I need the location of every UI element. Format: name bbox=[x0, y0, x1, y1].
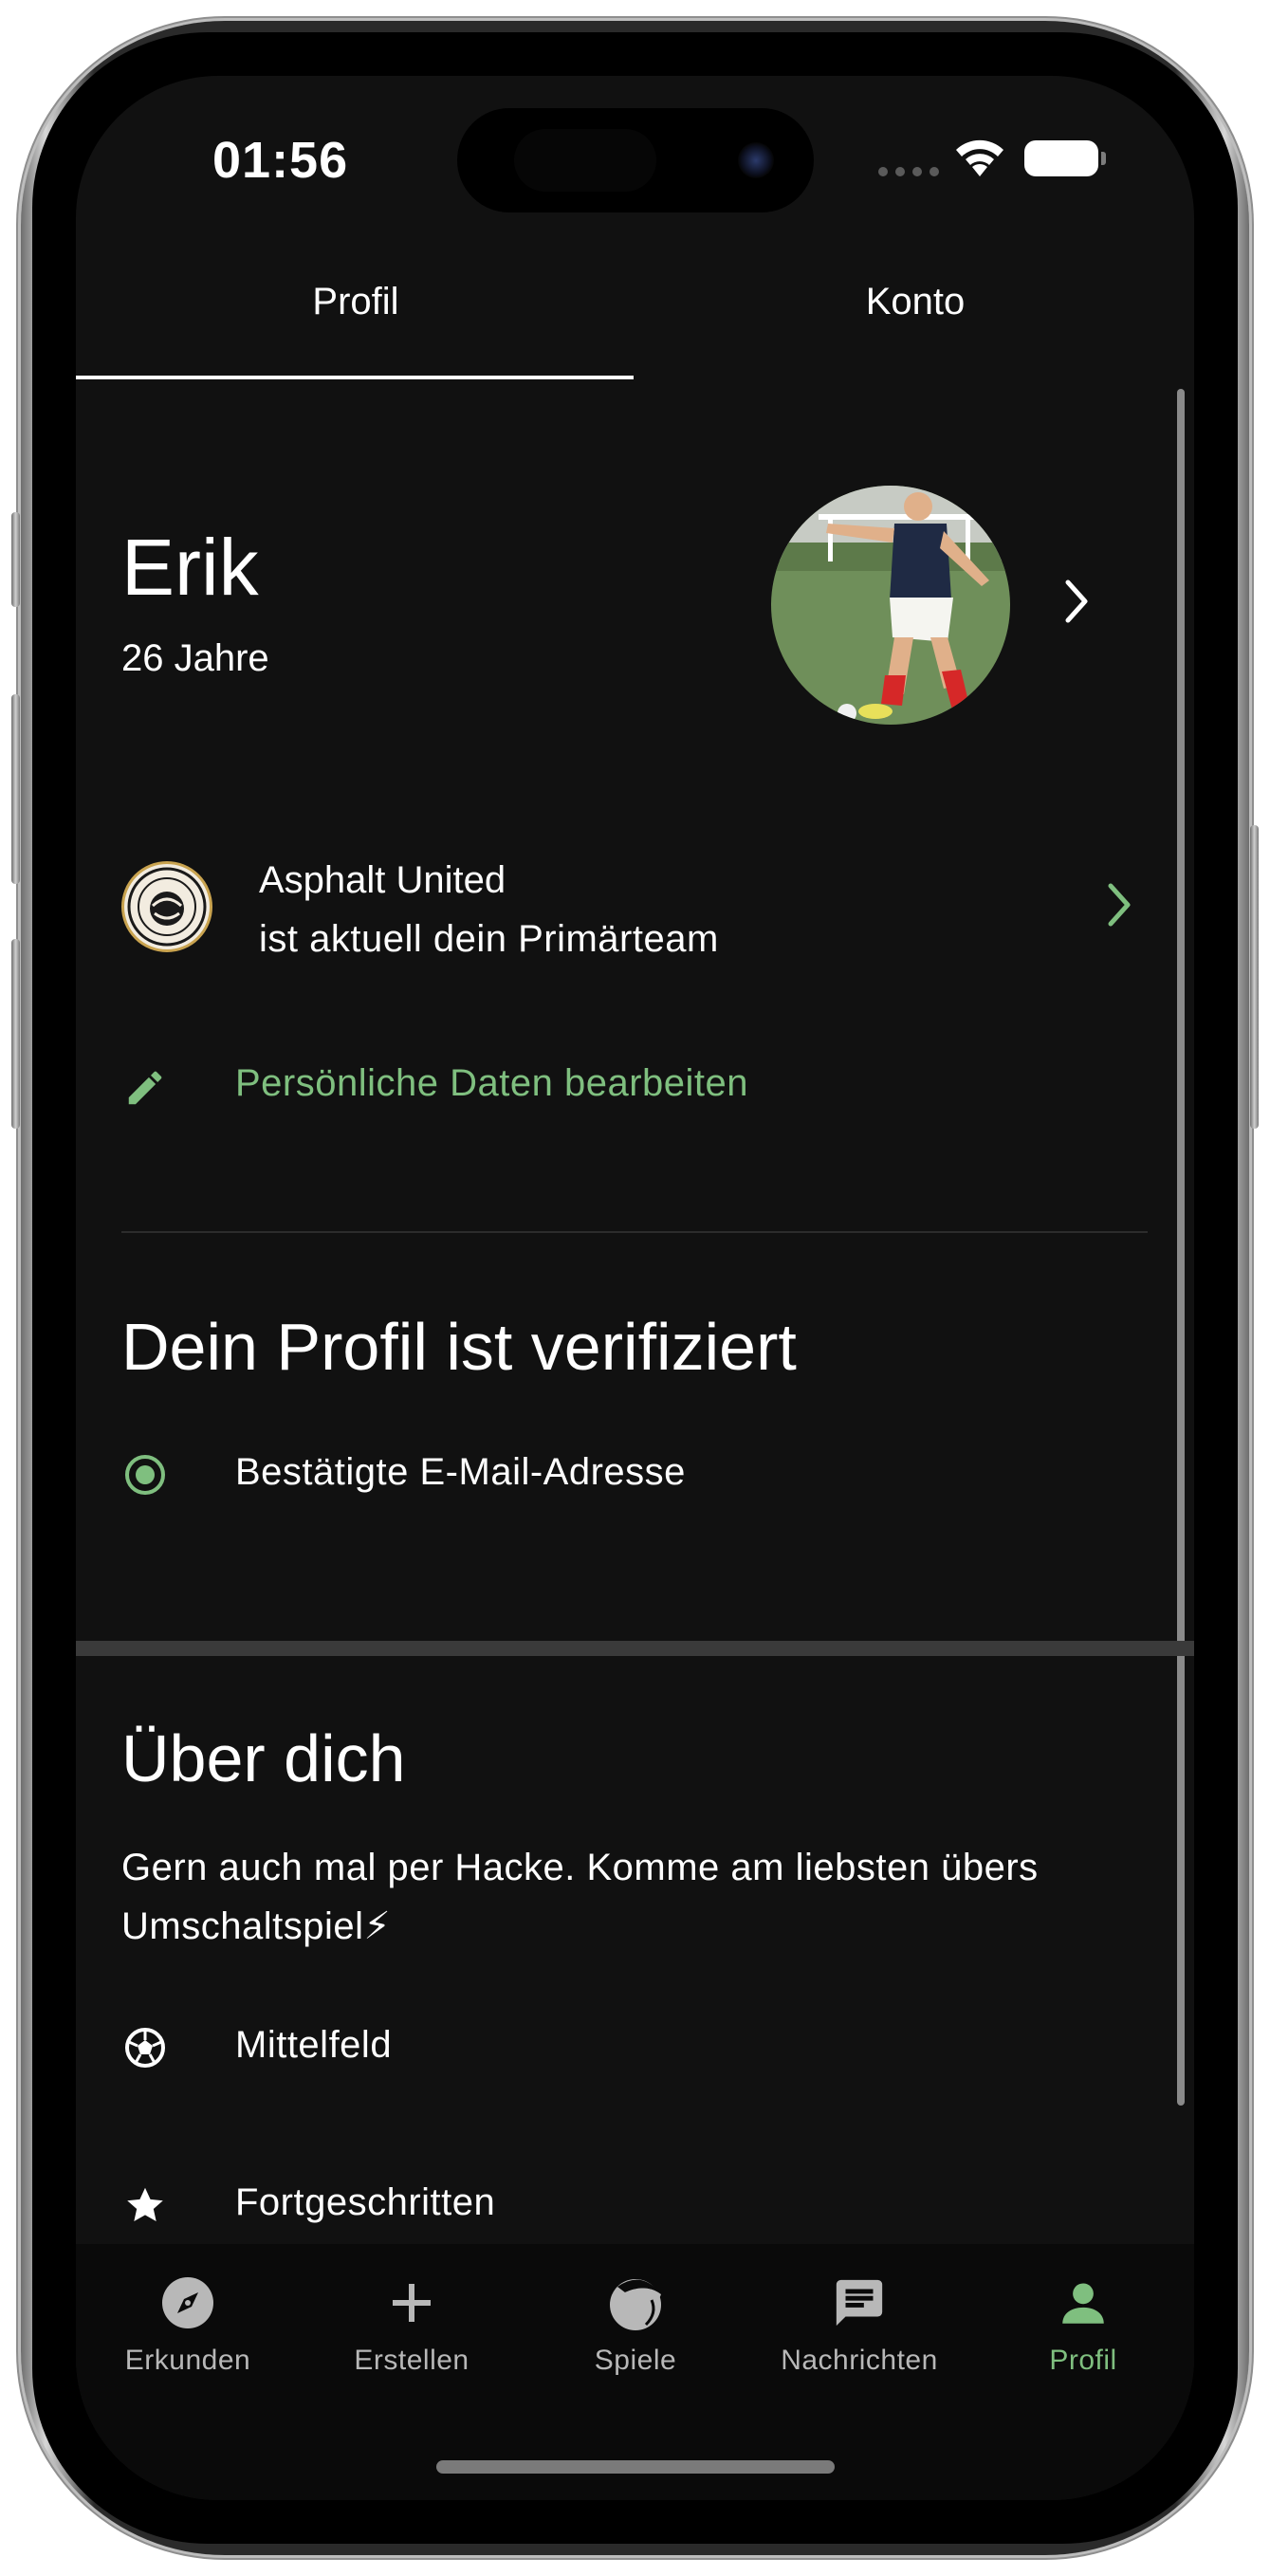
plus-icon bbox=[393, 2284, 431, 2322]
bottom-navigation: Erkunden Erstellen Spiele Nachrichten Pr… bbox=[76, 2244, 1194, 2500]
verified-title: Dein Profil ist verifiziert bbox=[121, 1310, 797, 1384]
divider bbox=[121, 1231, 1148, 1233]
chevron-right-icon[interactable] bbox=[1105, 880, 1133, 929]
island-sensor bbox=[514, 129, 656, 192]
nav-label: Erstellen bbox=[354, 2345, 469, 2376]
team-subtitle: ist aktuell dein Primärteam bbox=[259, 918, 719, 960]
power-button bbox=[1250, 825, 1259, 1129]
compass-icon bbox=[162, 2277, 213, 2328]
about-title: Über dich bbox=[121, 1721, 406, 1795]
volume-down-button bbox=[11, 939, 20, 1129]
action-button bbox=[11, 512, 20, 607]
nav-label: Nachrichten bbox=[781, 2345, 938, 2376]
home-indicator[interactable] bbox=[436, 2460, 835, 2474]
level-label: Fortgeschritten bbox=[235, 2181, 496, 2223]
nav-item-profil[interactable]: Profil bbox=[971, 2269, 1194, 2377]
radio-checked-icon bbox=[125, 1455, 165, 1495]
nav-label: Erkunden bbox=[124, 2345, 251, 2376]
verified-email-label: Bestätigte E-Mail-Adresse bbox=[235, 1451, 686, 1493]
nav-item-erstellen[interactable]: Erstellen bbox=[300, 2269, 524, 2377]
tab-konto[interactable]: Konto bbox=[635, 281, 1194, 323]
team-name[interactable]: Asphalt United bbox=[259, 859, 506, 902]
position-label: Mittelfeld bbox=[235, 2024, 393, 2066]
volume-up-button bbox=[11, 694, 20, 884]
player-photo-icon bbox=[771, 486, 1010, 725]
person-icon bbox=[1062, 2283, 1104, 2324]
chevron-right-icon[interactable] bbox=[1062, 577, 1091, 626]
user-age: 26 Jahre bbox=[121, 637, 269, 679]
games-icon bbox=[610, 2279, 661, 2330]
avatar[interactable] bbox=[771, 486, 1010, 725]
nav-label: Spiele bbox=[594, 2345, 677, 2376]
cellular-signal-icon bbox=[878, 167, 939, 176]
wifi-icon bbox=[956, 139, 1003, 176]
section-separator bbox=[76, 1641, 1194, 1656]
about-text: Gern auch mal per Hacke. Komme am liebst… bbox=[121, 1847, 1039, 1947]
user-name: Erik bbox=[121, 523, 259, 612]
camera-icon bbox=[738, 142, 774, 178]
team-logo-graphic bbox=[127, 867, 207, 947]
scrollbar[interactable] bbox=[1177, 389, 1185, 2106]
tab-profil[interactable]: Profil bbox=[76, 281, 635, 323]
status-time: 01:56 bbox=[212, 132, 349, 189]
nav-label: Profil bbox=[1049, 2345, 1117, 2376]
battery-icon bbox=[1024, 140, 1106, 176]
pencil-icon[interactable] bbox=[123, 1066, 167, 1110]
nav-item-erkunden[interactable]: Erkunden bbox=[76, 2269, 300, 2377]
active-tab-indicator bbox=[76, 376, 634, 379]
nav-item-nachrichten[interactable]: Nachrichten bbox=[747, 2269, 971, 2377]
dynamic-island bbox=[457, 108, 814, 212]
app-screen: 01:56 Profil Konto Erik 26 Jahre Asphalt… bbox=[76, 76, 1194, 2500]
football-icon bbox=[125, 2028, 165, 2068]
chat-icon bbox=[836, 2279, 883, 2327]
star-icon bbox=[127, 2187, 163, 2222]
edit-personal-data-link[interactable]: Persönliche Daten bearbeiten bbox=[235, 1062, 748, 1105]
nav-item-spiele[interactable]: Spiele bbox=[524, 2269, 747, 2377]
team-crest-icon bbox=[121, 861, 212, 952]
